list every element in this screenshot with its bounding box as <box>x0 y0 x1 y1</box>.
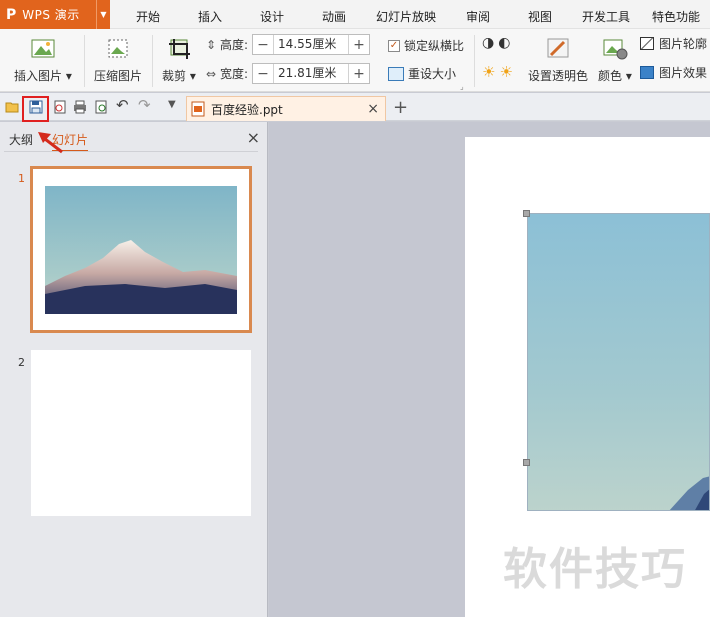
menu-animation[interactable]: 动画 <box>322 8 346 25</box>
brightness-down-icon[interactable]: ☀ <box>499 63 512 81</box>
picture-outline-label: 图片轮廓 <box>659 37 708 51</box>
tab-outline[interactable]: 大纲 <box>9 131 33 148</box>
picture-effect-label: 图片效果 <box>659 66 708 80</box>
selected-mountain-picture[interactable] <box>527 213 710 511</box>
app-menu-button[interactable]: P WPS 演示 ▼ <box>0 0 110 29</box>
insert-picture-icon <box>30 37 56 61</box>
menu-special[interactable]: 特色功能 <box>652 8 700 25</box>
menu-bar: P WPS 演示 ▼ 开始 插入 设计 动画 幻灯片放映 审阅 视图 开发工具 … <box>0 0 710 29</box>
slide-number: 1 <box>18 172 25 185</box>
insert-picture-dropdown-icon: ▾ <box>65 69 72 83</box>
save-highlight-box <box>22 96 49 122</box>
crop-dropdown-icon: ▾ <box>189 69 196 83</box>
width-control: ⇔ 宽度: − 21.81厘米 + <box>206 63 371 84</box>
picture-effect-icon <box>640 66 654 79</box>
slide-thumbnail-1[interactable] <box>30 166 252 333</box>
dialog-launcher-icon[interactable]: ⌟ <box>460 82 464 91</box>
close-pane-icon[interactable]: × <box>247 128 260 147</box>
set-transparent-button[interactable]: 设置透明色 <box>528 37 588 84</box>
height-input[interactable]: 14.55厘米 <box>273 35 350 54</box>
slide-number: 2 <box>18 356 25 369</box>
width-decrease-button[interactable]: − <box>253 66 273 82</box>
menu-start[interactable]: 开始 <box>136 8 160 25</box>
menu-insert[interactable]: 插入 <box>198 8 222 25</box>
document-tab[interactable]: 百度经验.ppt × <box>186 96 386 121</box>
width-icon: ⇔ <box>206 66 217 81</box>
set-transparent-label: 设置透明色 <box>528 69 589 83</box>
ribbon-separator <box>152 35 153 87</box>
crop-label: 裁剪 <box>162 69 187 83</box>
lock-aspect-check-icon: ✓ <box>388 39 400 52</box>
new-tab-button[interactable]: + <box>393 97 408 118</box>
lock-aspect-checkbox[interactable]: ✓ 锁定纵横比 <box>388 37 464 54</box>
height-label: 高度: <box>220 38 249 52</box>
color-button[interactable]: 颜色 ▾ <box>598 37 632 84</box>
mountain-image-thumbnail <box>45 186 237 314</box>
reset-size-button[interactable]: 重设大小 <box>388 65 456 82</box>
red-arrow-annotation-icon <box>38 132 63 154</box>
resize-handle-top-left[interactable] <box>523 210 530 217</box>
compress-picture-icon <box>105 37 131 61</box>
ribbon-toolbar: 插入图片 ▾ 压缩图片 裁剪 ▾ ⇕ 高度: − 14.55厘米 + ⇔ 宽度:… <box>0 29 710 92</box>
slide-thumbnail-2[interactable] <box>31 350 251 516</box>
wps-logo-icon: P <box>6 6 17 23</box>
picture-outline-button[interactable]: 图片轮廓 <box>640 35 707 52</box>
menu-slideshow[interactable]: 幻灯片放映 <box>376 8 436 25</box>
menu-design[interactable]: 设计 <box>260 8 284 25</box>
export-pdf-icon[interactable] <box>52 99 68 115</box>
app-menu-dropdown-icon[interactable]: ▼ <box>96 0 110 29</box>
redo-icon[interactable]: ↷ <box>138 96 154 114</box>
contrast-down-icon[interactable]: ◐ <box>498 35 510 51</box>
width-label: 宽度: <box>220 67 249 81</box>
picture-outline-icon <box>640 37 654 50</box>
print-icon[interactable] <box>72 99 88 115</box>
customize-toolbar-icon[interactable]: ▼ <box>168 99 184 115</box>
mountain-image <box>528 214 709 510</box>
color-dropdown-icon: ▾ <box>625 69 632 83</box>
crop-button[interactable]: 裁剪 ▾ <box>162 37 196 84</box>
insert-picture-label: 插入图片 <box>14 69 63 83</box>
watermark-text: 软件技巧 <box>503 544 687 595</box>
reset-size-icon <box>388 66 404 81</box>
insert-picture-button[interactable]: 插入图片 ▾ <box>14 37 72 84</box>
brightness-contrast-buttons[interactable]: ◑ ◐ <box>482 35 510 51</box>
document-tab-name: 百度经验.ppt <box>211 102 283 117</box>
brightness-buttons[interactable]: ☀ ☀ <box>482 63 513 81</box>
ribbon-separator <box>84 35 85 87</box>
height-increase-button[interactable]: + <box>349 37 369 53</box>
menu-view[interactable]: 视图 <box>528 8 552 25</box>
menu-developer[interactable]: 开发工具 <box>582 8 630 25</box>
width-input[interactable]: 21.81厘米 <box>273 64 350 83</box>
compress-picture-label: 压缩图片 <box>94 69 143 83</box>
color-label: 颜色 <box>598 69 623 83</box>
reset-size-label: 重设大小 <box>408 67 457 81</box>
contrast-icon[interactable]: ◑ <box>482 35 494 51</box>
brightness-up-icon[interactable]: ☀ <box>482 63 495 81</box>
crop-icon <box>166 37 192 61</box>
height-spinner[interactable]: − 14.55厘米 + <box>252 34 371 55</box>
menu-review[interactable]: 审阅 <box>466 8 490 25</box>
height-decrease-button[interactable]: − <box>253 37 273 53</box>
slide-navigation-pane: 大纲 幻灯片 × 1 2 <box>0 122 268 617</box>
undo-icon[interactable]: ↶ <box>116 96 132 114</box>
width-spinner[interactable]: − 21.81厘米 + <box>252 63 371 84</box>
compress-picture-button[interactable]: 压缩图片 <box>94 37 142 84</box>
open-folder-icon[interactable] <box>5 99 21 115</box>
transparent-color-icon <box>545 37 571 61</box>
height-control: ⇕ 高度: − 14.55厘米 + <box>206 34 371 55</box>
height-icon: ⇕ <box>206 37 217 52</box>
picture-color-icon <box>602 37 628 61</box>
width-increase-button[interactable]: + <box>349 66 369 82</box>
picture-effect-button[interactable]: 图片效果 <box>640 64 707 81</box>
ppt-file-icon <box>191 101 205 117</box>
resize-handle-middle-left[interactable] <box>523 459 530 466</box>
app-name: WPS 演示 <box>22 8 80 22</box>
lock-aspect-label: 锁定纵横比 <box>404 39 465 53</box>
ribbon-separator <box>474 35 475 87</box>
print-preview-icon[interactable] <box>93 99 109 115</box>
close-tab-icon[interactable]: × <box>367 101 379 117</box>
